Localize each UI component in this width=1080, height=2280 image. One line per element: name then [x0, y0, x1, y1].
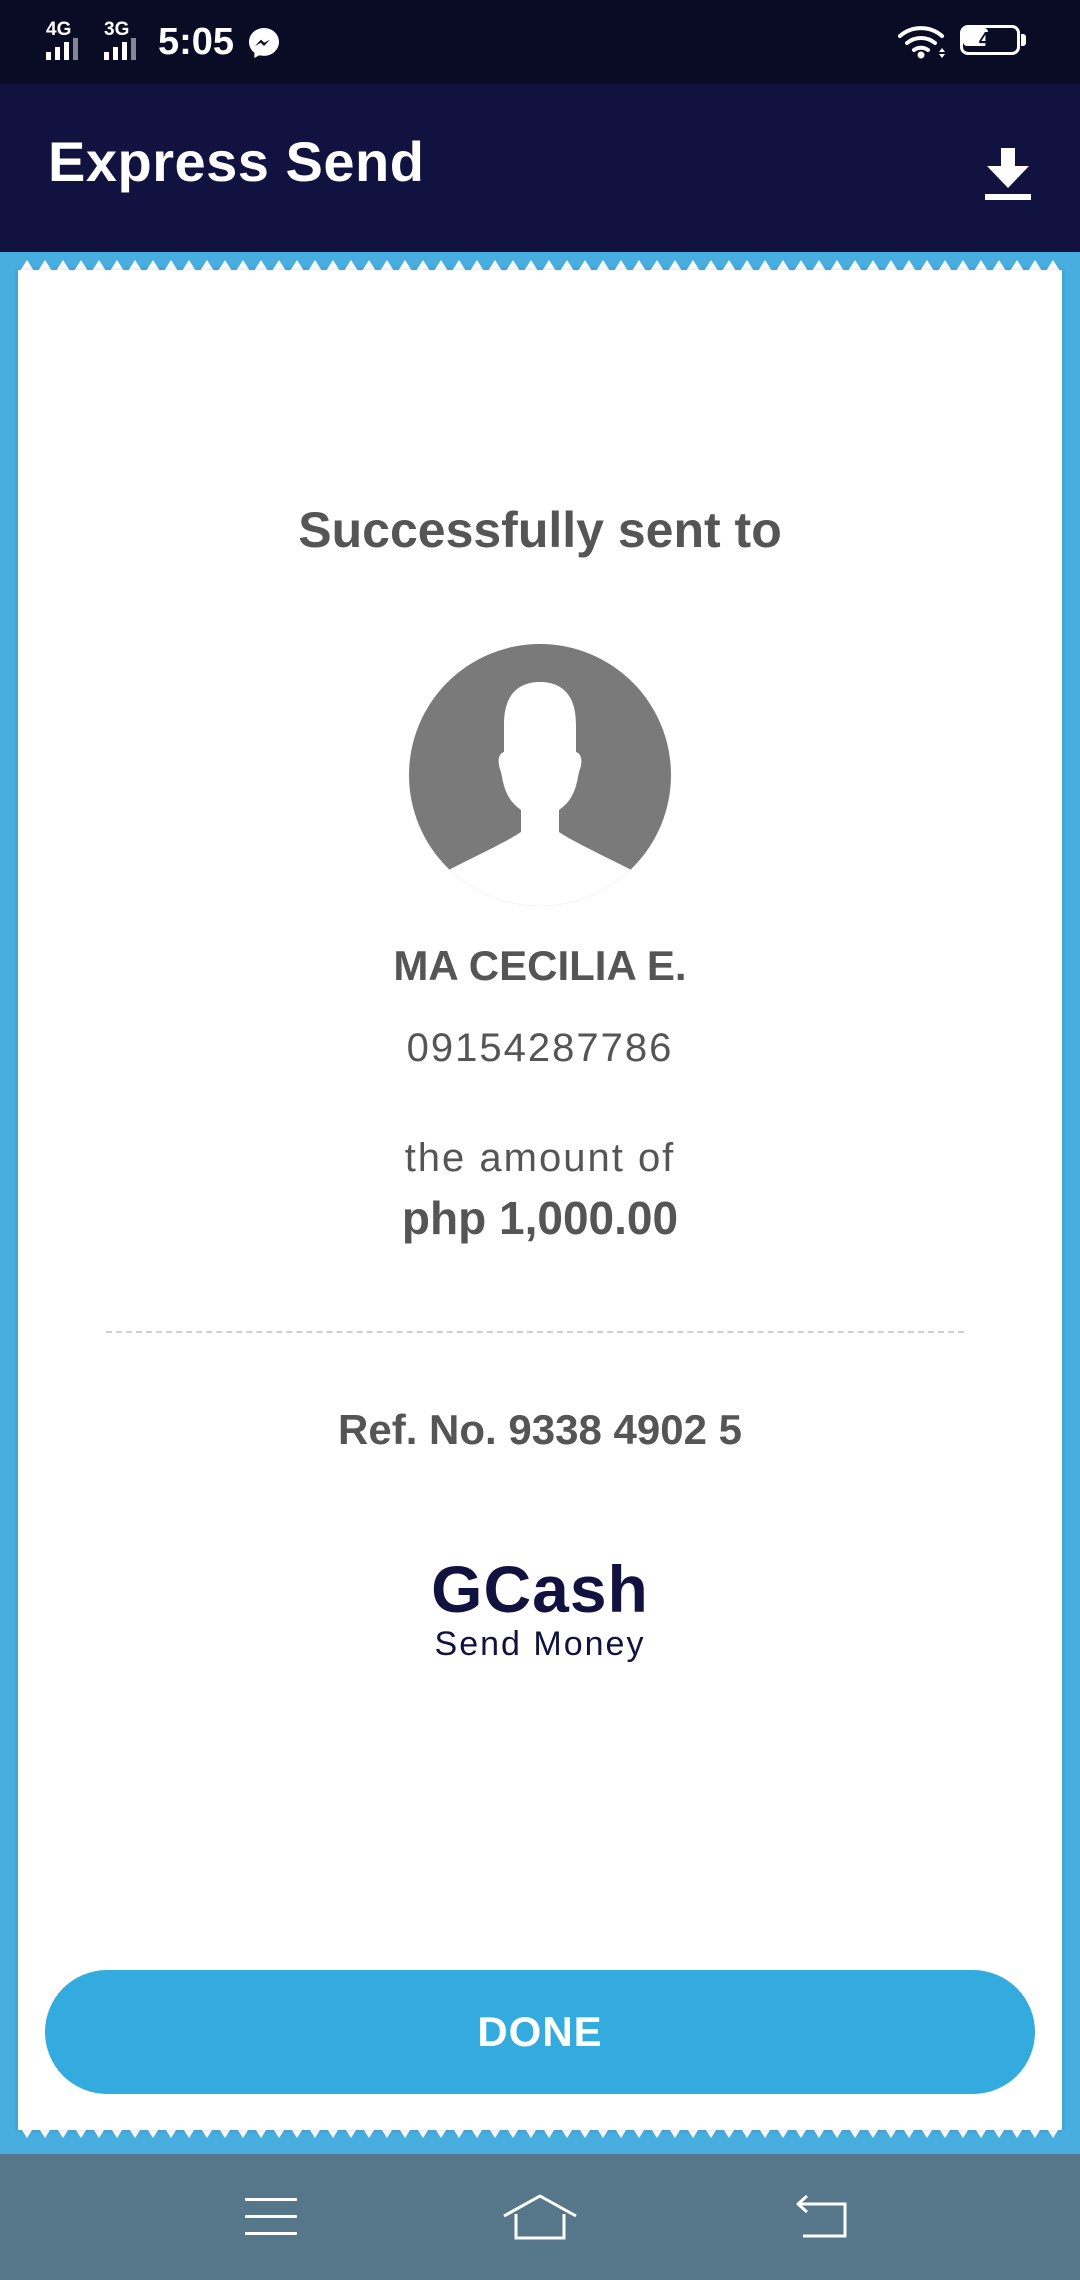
back-icon: [796, 2194, 847, 2238]
divider: [106, 1331, 964, 1333]
status-time: 5:05: [158, 21, 235, 63]
amount-label: the amount of: [404, 1136, 676, 1180]
home-icon: [503, 2194, 577, 2240]
signal-icon: 3G: [104, 20, 152, 60]
network-type-1: 4G: [46, 19, 72, 40]
receipt-card: Successfully sent to MA CECILIA E. 09154…: [18, 270, 1062, 2130]
download-icon: [985, 148, 1031, 200]
gcash-logo: GCash Send Money: [18, 1554, 1062, 1664]
navigation-bar: [0, 2154, 1080, 2280]
success-heading: Successfully sent to: [298, 502, 782, 558]
download-button[interactable]: [970, 136, 1046, 212]
wifi-icon: [898, 26, 945, 59]
back-button[interactable]: [783, 2177, 863, 2257]
brand-subtitle: Send Money: [434, 1625, 646, 1663]
signal-icon: 4G: [46, 20, 94, 60]
app-bar: Express Send: [0, 84, 1080, 252]
menu-button[interactable]: [231, 2177, 311, 2257]
brand-name: GCash: [431, 1552, 649, 1626]
done-button[interactable]: DONE: [45, 1970, 1035, 2094]
menu-icon: [245, 2198, 297, 2235]
battery-level: 47: [978, 29, 1002, 51]
battery-icon: 47: [960, 25, 1026, 55]
reference-number: Ref. No. 9338 4902 5: [338, 1406, 742, 1453]
recipient-number: 09154287786: [406, 1026, 674, 1070]
recipient-name: MA CECILIA E.: [393, 942, 687, 989]
amount-value: php 1,000.00: [401, 1192, 679, 1244]
network-type-2: 3G: [104, 19, 130, 40]
messenger-icon: [249, 28, 279, 58]
person-silhouette-icon: [409, 644, 671, 906]
home-button[interactable]: [500, 2177, 580, 2257]
status-bar: 4G 3G 5:05 47: [0, 0, 1080, 84]
page-title: Express Send: [48, 130, 425, 193]
